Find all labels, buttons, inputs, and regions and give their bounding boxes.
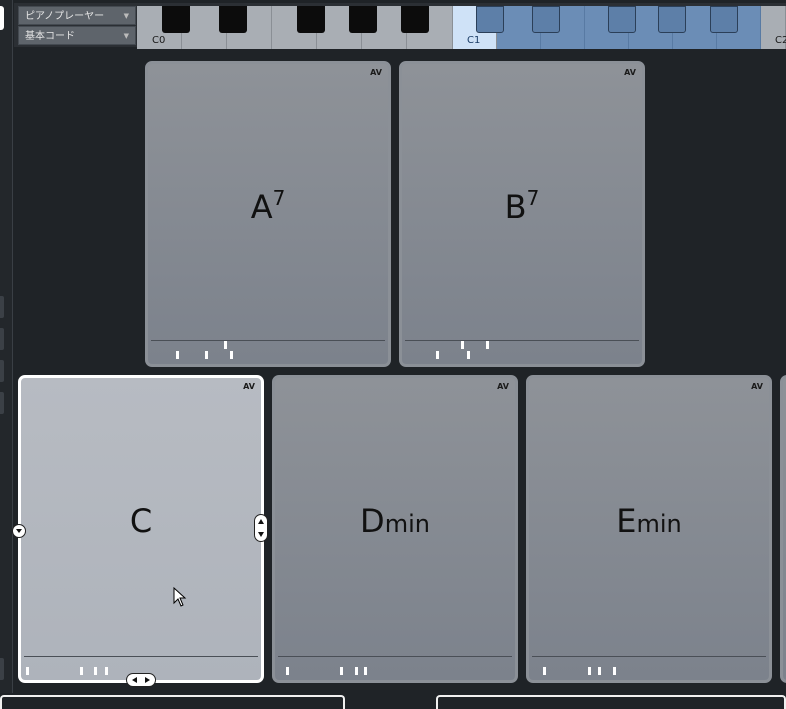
black-key[interactable] xyxy=(219,6,247,33)
voicing-note xyxy=(286,667,289,675)
rail-handle[interactable] xyxy=(0,360,4,382)
player-select-label: ピアノプレーヤー xyxy=(25,11,105,22)
voicing-note xyxy=(461,341,464,349)
horizontal-stepper-icon[interactable] xyxy=(126,673,156,687)
chord-pad-dmin[interactable]: AV Dmin xyxy=(272,375,518,683)
voicing-note xyxy=(205,351,208,359)
chord-name: B7 xyxy=(402,186,642,226)
pad-header: ピアノプレーヤー ▼ 基本コード ▼ C0 C1 C2 xyxy=(14,3,786,49)
black-key[interactable] xyxy=(349,6,377,33)
chord-root: D xyxy=(360,502,385,540)
black-key[interactable] xyxy=(658,6,686,33)
voicing-strip xyxy=(151,340,385,361)
chord-suffix: min xyxy=(636,510,682,538)
chevron-down-icon: ▼ xyxy=(123,32,129,40)
chevron-down-icon[interactable] xyxy=(12,524,26,538)
chord-suffix: 7 xyxy=(526,186,540,210)
voicing-note xyxy=(588,667,591,675)
voicing-note xyxy=(543,667,546,675)
bottom-panel-tab[interactable] xyxy=(0,695,345,709)
rail-handle[interactable] xyxy=(0,328,4,350)
voicing-note xyxy=(613,667,616,675)
octave-label-c0: C0 xyxy=(152,35,166,46)
rail-handle[interactable] xyxy=(0,296,4,318)
chord-name: A7 xyxy=(148,186,388,226)
octave-label-c1: C1 xyxy=(467,35,481,46)
chord-set-select-label: 基本コード xyxy=(25,31,75,42)
pad-badge: AV xyxy=(243,382,255,391)
voicing-note xyxy=(94,667,97,675)
chevron-down-icon: ▼ xyxy=(123,12,129,20)
black-key[interactable] xyxy=(476,6,504,33)
player-controls: ピアノプレーヤー ▼ 基本コード ▼ xyxy=(18,6,136,46)
voicing-note xyxy=(80,667,83,675)
chord-pad-b7[interactable]: AV B7 xyxy=(399,61,645,367)
voicing-strip xyxy=(278,656,512,677)
chord-root: B xyxy=(504,188,527,226)
voicing-note xyxy=(26,667,29,675)
octave-label-c2: C2 xyxy=(775,35,786,46)
voicing-note xyxy=(467,351,470,359)
black-key[interactable] xyxy=(608,6,636,33)
voicing-note xyxy=(340,667,343,675)
chord-pad-a7[interactable]: AV A7 xyxy=(145,61,391,367)
black-key[interactable] xyxy=(710,6,738,33)
chord-suffix: 7 xyxy=(272,186,286,210)
black-key[interactable] xyxy=(162,6,190,33)
chord-root: A xyxy=(250,188,273,226)
voicing-note xyxy=(176,351,179,359)
pad-badge: AV xyxy=(497,382,509,391)
black-key[interactable] xyxy=(297,6,325,33)
voicing-strip xyxy=(532,656,766,677)
rail-handle[interactable] xyxy=(0,658,4,680)
voicing-note xyxy=(355,667,358,675)
chord-set-select[interactable]: 基本コード ▼ xyxy=(18,26,136,45)
chord-root: E xyxy=(616,502,637,540)
chord-name: Dmin xyxy=(275,502,515,540)
voicing-note xyxy=(598,667,601,675)
rail-top-marker xyxy=(0,6,4,30)
rail-handle[interactable] xyxy=(0,392,4,414)
vertical-stepper-icon[interactable] xyxy=(254,514,268,542)
chord-pad-next[interactable] xyxy=(780,375,786,683)
keyboard[interactable]: C0 C1 C2 xyxy=(137,6,786,49)
voicing-strip xyxy=(405,340,639,361)
black-key[interactable] xyxy=(532,6,560,33)
black-key[interactable] xyxy=(401,6,429,33)
chord-root: C xyxy=(129,502,153,540)
voicing-note xyxy=(224,341,227,349)
left-rail xyxy=(0,0,13,704)
chord-pad-c[interactable]: AV C xyxy=(18,375,264,683)
pad-badge: AV xyxy=(624,68,636,77)
chord-pad-emin[interactable]: AV Emin xyxy=(526,375,772,683)
player-select[interactable]: ピアノプレーヤー ▼ xyxy=(18,6,136,25)
voicing-note xyxy=(230,351,233,359)
voicing-note xyxy=(364,667,367,675)
bottom-panel-tab[interactable] xyxy=(436,695,786,709)
voicing-note xyxy=(105,667,108,675)
voicing-note xyxy=(486,341,489,349)
pad-badge: AV xyxy=(751,382,763,391)
chord-name: C xyxy=(21,502,261,540)
chord-name: Emin xyxy=(529,502,769,540)
voicing-note xyxy=(436,351,439,359)
pad-badge: AV xyxy=(370,68,382,77)
chord-suffix: min xyxy=(384,510,430,538)
mouse-cursor-icon xyxy=(173,587,187,607)
